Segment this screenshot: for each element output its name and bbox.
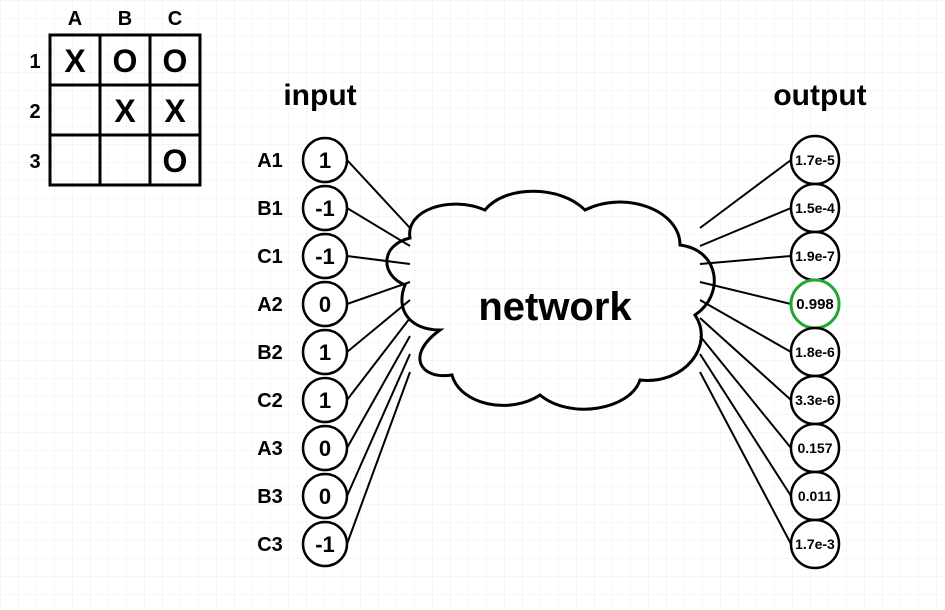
output-value-4: 1.8e-6 <box>795 344 835 360</box>
row-2-label: 2 <box>29 101 40 123</box>
input-heading: input <box>283 79 356 112</box>
input-label-A1: A1 <box>257 150 283 172</box>
network-label: network <box>478 285 632 329</box>
input-value-C1: -1 <box>315 244 335 269</box>
input-label-B2: B2 <box>257 342 283 364</box>
row-1-label: 1 <box>29 51 40 73</box>
cell-C1: O <box>163 43 188 79</box>
input-value-C2: 1 <box>319 388 331 413</box>
output-value-0: 1.7e-5 <box>795 152 835 168</box>
input-value-B1: -1 <box>315 196 335 221</box>
cell-C3: O <box>163 143 188 179</box>
output-value-2: 1.9e-7 <box>795 248 835 264</box>
output-value-5: 3.3e-6 <box>795 392 835 408</box>
output-value-8: 1.7e-3 <box>795 536 835 552</box>
input-label-C3: C3 <box>257 534 283 556</box>
input-label-C2: C2 <box>257 390 283 412</box>
input-label-B1: B1 <box>257 198 283 220</box>
input-value-B2: 1 <box>319 340 331 365</box>
input-label-A3: A3 <box>257 438 283 460</box>
col-C-label: C <box>168 8 182 30</box>
input-value-A2: 0 <box>319 292 331 317</box>
col-B-label: B <box>118 8 132 30</box>
input-label-A2: A2 <box>257 294 283 316</box>
cell-C2: X <box>164 93 186 129</box>
input-value-A3: 0 <box>319 436 331 461</box>
input-label-C1: C1 <box>257 246 283 268</box>
cell-B2: X <box>114 93 136 129</box>
input-label-B3: B3 <box>257 486 283 508</box>
cell-B1: O <box>113 43 138 79</box>
output-value-3: 0.998 <box>796 296 834 313</box>
input-value-A1: 1 <box>319 148 331 173</box>
output-value-7: 0.011 <box>798 488 832 504</box>
output-value-6: 0.157 <box>797 440 832 456</box>
input-value-C3: -1 <box>315 532 335 557</box>
col-A-label: A <box>68 8 82 30</box>
cell-A1: X <box>64 43 86 79</box>
output-heading: output <box>773 79 866 112</box>
row-3-label: 3 <box>29 151 40 173</box>
output-value-1: 1.5e-4 <box>795 200 835 216</box>
input-value-B3: 0 <box>319 484 331 509</box>
output-nodes: 1.7e-5 1.5e-4 1.9e-7 0.998 1.8e-6 3.3e-6 0.157… <box>791 136 839 568</box>
